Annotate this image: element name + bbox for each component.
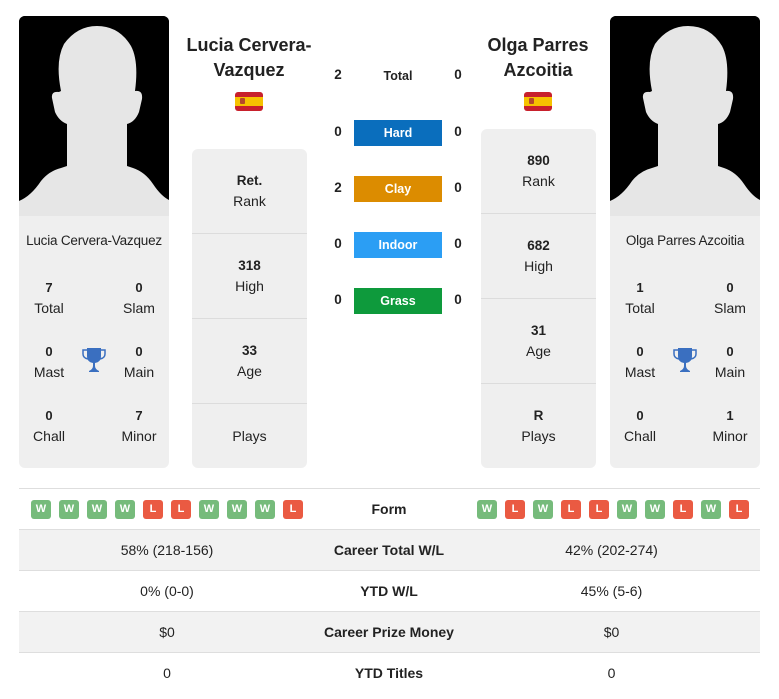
player2-card: Olga Parres Azcoitia 1 Total 0 Slam 0 Ma… xyxy=(610,16,760,468)
surface-badge-hard[interactable]: Hard xyxy=(354,120,442,146)
titles-mast: 0 Mast xyxy=(33,344,65,380)
form-badge-loss[interactable]: L xyxy=(143,500,163,519)
player1-card: Lucia Cervera-Vazquez 7 Total 0 Slam 0 M… xyxy=(19,16,169,468)
form-badge-win[interactable]: W xyxy=(87,500,107,519)
table-row: 0% (0-0) YTD W/L 45% (5-6) xyxy=(19,570,760,611)
row-label: YTD Titles xyxy=(354,665,424,681)
form-badge-win[interactable]: W xyxy=(199,500,219,519)
form-badge-win[interactable]: W xyxy=(533,500,553,519)
form-badge-loss[interactable]: L xyxy=(505,500,525,519)
player1-photo[interactable] xyxy=(19,16,169,216)
surface-badge-grass[interactable]: Grass xyxy=(354,288,442,314)
titles-chall: 0 Chall xyxy=(624,408,656,444)
player1-name-heading[interactable]: Lucia Cervera- Vazquez xyxy=(174,33,324,83)
row-label: YTD W/L xyxy=(360,583,418,599)
row-label: Career Prize Money xyxy=(324,624,454,640)
player2-titles: 1 Total 0 Slam 0 Mast 0 Main 0 Chall 1 M… xyxy=(610,278,760,458)
surface-label-total: Total xyxy=(383,69,413,83)
titles-total: 7 Total xyxy=(34,280,64,316)
avatar-silhouette-icon xyxy=(19,16,169,216)
titles-slam: 0 Slam xyxy=(123,280,155,316)
stat-plays: R Plays xyxy=(521,408,556,444)
form-badge-win[interactable]: W xyxy=(255,500,275,519)
form-badge-win[interactable]: W xyxy=(115,500,135,519)
form-badge-win[interactable]: W xyxy=(617,500,637,519)
titles-minor: 1 Minor xyxy=(712,408,748,444)
surface-badge-clay[interactable]: Clay xyxy=(354,176,442,202)
player1-value: $0 xyxy=(159,624,175,640)
form-badge-win[interactable]: W xyxy=(31,500,51,519)
stat-high: 682 High xyxy=(481,214,596,299)
stat-rank: 890 Rank xyxy=(481,129,596,214)
stat-plays: Plays xyxy=(232,428,267,444)
avatar-silhouette-icon xyxy=(610,16,760,216)
trophy-icon xyxy=(82,348,106,372)
comparison-table: WWWWLLWWWL Form WLWLLWWLWL 58% (218-156)… xyxy=(19,488,760,693)
player2-value: 45% (5-6) xyxy=(580,583,643,599)
form-badge-loss[interactable]: L xyxy=(171,500,191,519)
stat-age: 31 Age xyxy=(481,299,596,384)
player1-form: WWWWLLWWWL xyxy=(31,500,303,519)
h2h-hard: 0 Hard 0 xyxy=(330,120,466,146)
titles-total: 1 Total xyxy=(625,280,655,316)
player2-photo[interactable] xyxy=(610,16,760,216)
stat-high: 318 High xyxy=(192,234,307,319)
player2-value: 42% (202-274) xyxy=(565,542,658,558)
titles-minor: 7 Minor xyxy=(121,408,157,444)
titles-slam: 0 Slam xyxy=(714,280,746,316)
titles-main: 0 Main xyxy=(714,344,746,380)
surface-badge-indoor[interactable]: Indoor xyxy=(354,232,442,258)
form-row: WWWWLLWWWL Form WLWLLWWLWL xyxy=(19,488,760,529)
player2-stats: 890 Rank 682 High 31 Age R Plays xyxy=(481,129,596,468)
form-badge-loss[interactable]: L xyxy=(729,500,749,519)
form-badge-win[interactable]: W xyxy=(59,500,79,519)
table-row: $0 Career Prize Money $0 xyxy=(19,611,760,652)
player1-value: 58% (218-156) xyxy=(120,542,214,558)
player2-card-name[interactable]: Olga Parres Azcoitia xyxy=(610,233,760,248)
form-badge-win[interactable]: W xyxy=(227,500,247,519)
player2-value: 0 xyxy=(607,665,616,681)
form-badge-win[interactable]: W xyxy=(477,500,497,519)
table-row: 0 YTD Titles 0 xyxy=(19,652,760,693)
player1-card-name[interactable]: Lucia Cervera-Vazquez xyxy=(19,233,169,248)
h2h-total: 2 Total 0 xyxy=(330,63,466,89)
trophy-icon xyxy=(673,348,697,372)
player2-form: WLWLLWWLWL xyxy=(477,500,749,519)
spain-flag-icon xyxy=(235,92,263,111)
h2h-indoor: 0 Indoor 0 xyxy=(330,232,466,258)
player1-value: 0% (0-0) xyxy=(140,583,194,599)
h2h-grass: 0 Grass 0 xyxy=(330,288,466,314)
titles-mast: 0 Mast xyxy=(624,344,656,380)
spain-flag-icon xyxy=(524,92,552,111)
titles-chall: 0 Chall xyxy=(33,408,65,444)
form-badge-win[interactable]: W xyxy=(645,500,665,519)
player2-value: $0 xyxy=(603,624,620,640)
form-badge-loss[interactable]: L xyxy=(589,500,609,519)
player2-name-heading[interactable]: Olga Parres Azcoitia xyxy=(463,33,613,83)
form-badge-loss[interactable]: L xyxy=(283,500,303,519)
stat-rank: Ret. Rank xyxy=(192,149,307,234)
h2h-clay: 2 Clay 0 xyxy=(330,176,466,202)
player1-titles: 7 Total 0 Slam 0 Mast 0 Main 0 Chall 7 M… xyxy=(19,278,169,458)
stat-age: 33 Age xyxy=(192,319,307,404)
row-label: Form xyxy=(371,501,407,517)
row-label: Career Total W/L xyxy=(333,542,445,558)
table-row: 58% (218-156) Career Total W/L 42% (202-… xyxy=(19,529,760,570)
player1-stats: Ret. Rank 318 High 33 Age Plays xyxy=(192,149,307,468)
player1-value: 0 xyxy=(163,665,171,681)
form-badge-loss[interactable]: L xyxy=(673,500,693,519)
form-badge-loss[interactable]: L xyxy=(561,500,581,519)
form-badge-win[interactable]: W xyxy=(701,500,721,519)
titles-main: 0 Main xyxy=(123,344,155,380)
